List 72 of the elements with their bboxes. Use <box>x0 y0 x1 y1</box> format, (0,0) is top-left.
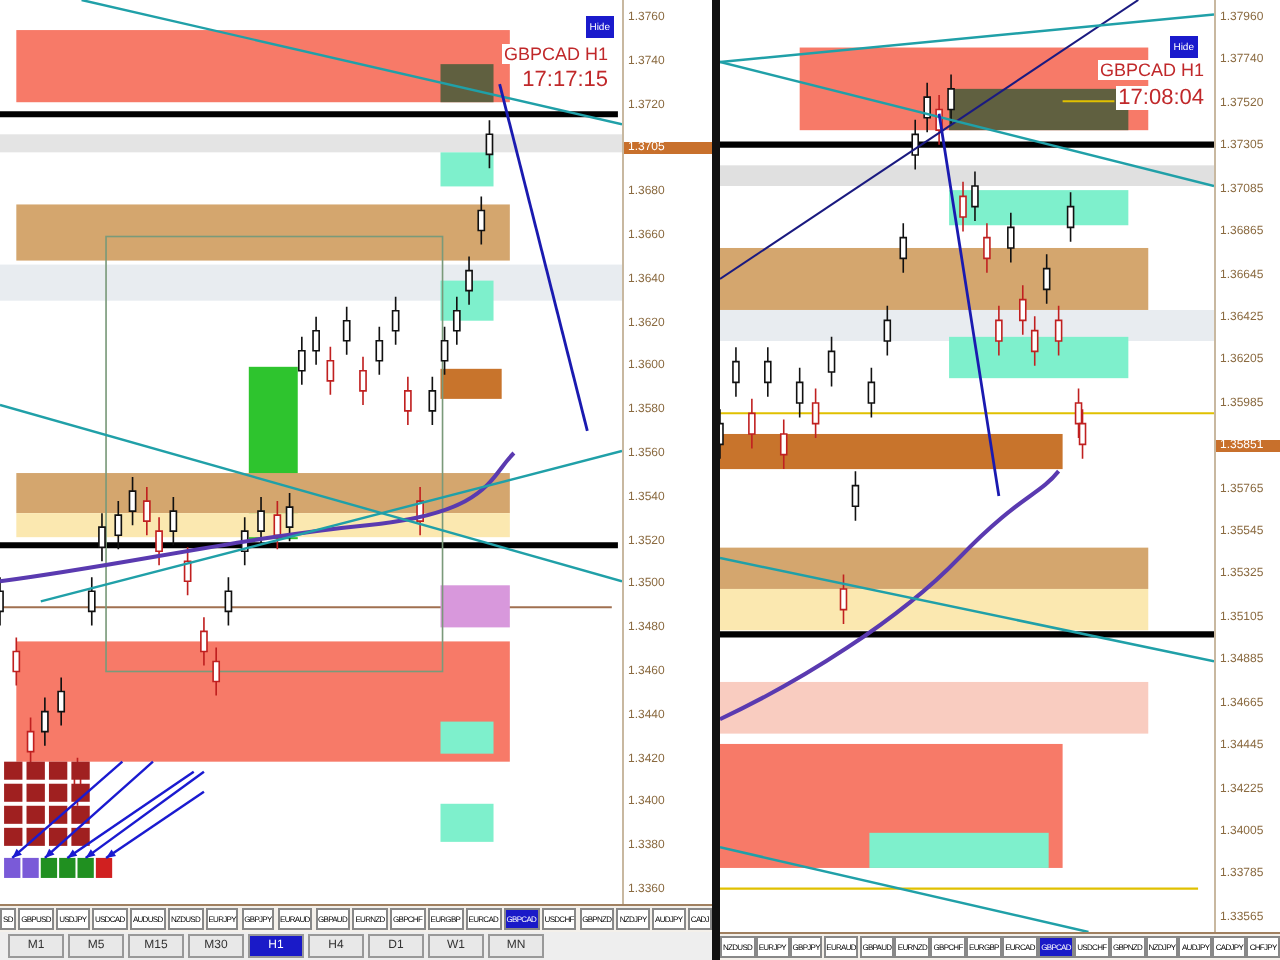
candlestick <box>142 486 151 536</box>
candlestick <box>971 170 979 222</box>
price-zone <box>440 803 494 842</box>
candlestick <box>297 335 306 386</box>
chart-title: GBPCAD H1 <box>1097 60 1206 80</box>
candlestick <box>440 325 449 376</box>
candlestick <box>732 346 740 398</box>
candlestick <box>240 516 249 567</box>
candlestick <box>947 73 955 125</box>
arrow <box>84 770 205 859</box>
candlestick <box>12 636 21 687</box>
candlestick <box>764 346 772 398</box>
arrow <box>66 770 195 859</box>
candlestick <box>1019 284 1027 336</box>
candlestick <box>452 295 461 346</box>
candlestick <box>935 94 943 146</box>
candlestick <box>41 696 49 747</box>
candlestick <box>312 315 320 366</box>
candlestick <box>839 573 848 625</box>
candlestick <box>87 576 96 627</box>
candlestick <box>155 516 163 567</box>
price-zone <box>440 585 510 628</box>
chart-title: GBPCAD H1 <box>501 44 610 64</box>
candlestick <box>342 305 351 356</box>
candlestick <box>1030 315 1039 367</box>
candlestick <box>959 181 967 233</box>
candlestick <box>224 576 233 627</box>
candlestick <box>57 676 66 727</box>
signal-grid-drawing <box>4 761 90 846</box>
level-line <box>1062 100 1115 103</box>
candlestick <box>212 646 221 697</box>
chart-clock: 17:17:15 <box>520 68 610 92</box>
candlestick <box>883 305 892 357</box>
candlestick <box>983 222 991 274</box>
price-zone <box>440 368 502 399</box>
candlestick <box>748 398 756 450</box>
candlestick <box>128 476 137 526</box>
candlestick <box>851 470 860 522</box>
signal-chips-drawing <box>4 857 113 878</box>
chart-clock: 17:08:04 <box>1116 86 1206 110</box>
candlestick <box>827 336 836 388</box>
candlestick <box>416 486 424 536</box>
candlestick <box>477 195 486 246</box>
candlestick <box>26 716 35 767</box>
candlestick <box>375 325 384 376</box>
candlestick <box>183 546 192 597</box>
candlestick <box>1054 305 1063 357</box>
candlestick <box>867 367 876 419</box>
candlestick <box>326 345 335 396</box>
candlestick <box>911 119 919 171</box>
candlestick <box>428 376 437 426</box>
candlestick <box>98 512 106 563</box>
candlestick <box>114 500 123 551</box>
candlestick <box>779 418 788 470</box>
candlestick <box>200 616 208 667</box>
candlestick <box>485 119 494 170</box>
candlestick <box>391 295 400 346</box>
candlestick <box>273 500 282 551</box>
candlestick <box>404 376 412 426</box>
candlestick <box>257 496 265 546</box>
candlestick <box>923 81 931 134</box>
candlestick <box>1066 191 1075 243</box>
candlestick <box>1042 253 1051 305</box>
candlestick <box>169 496 178 546</box>
candlestick <box>899 222 908 274</box>
candlestick <box>1007 212 1015 264</box>
candlestick <box>285 492 294 542</box>
candlestick <box>465 255 473 306</box>
candlestick <box>359 356 367 406</box>
candlestick <box>811 387 820 439</box>
candlestick <box>795 367 804 419</box>
candlestick <box>995 305 1003 357</box>
